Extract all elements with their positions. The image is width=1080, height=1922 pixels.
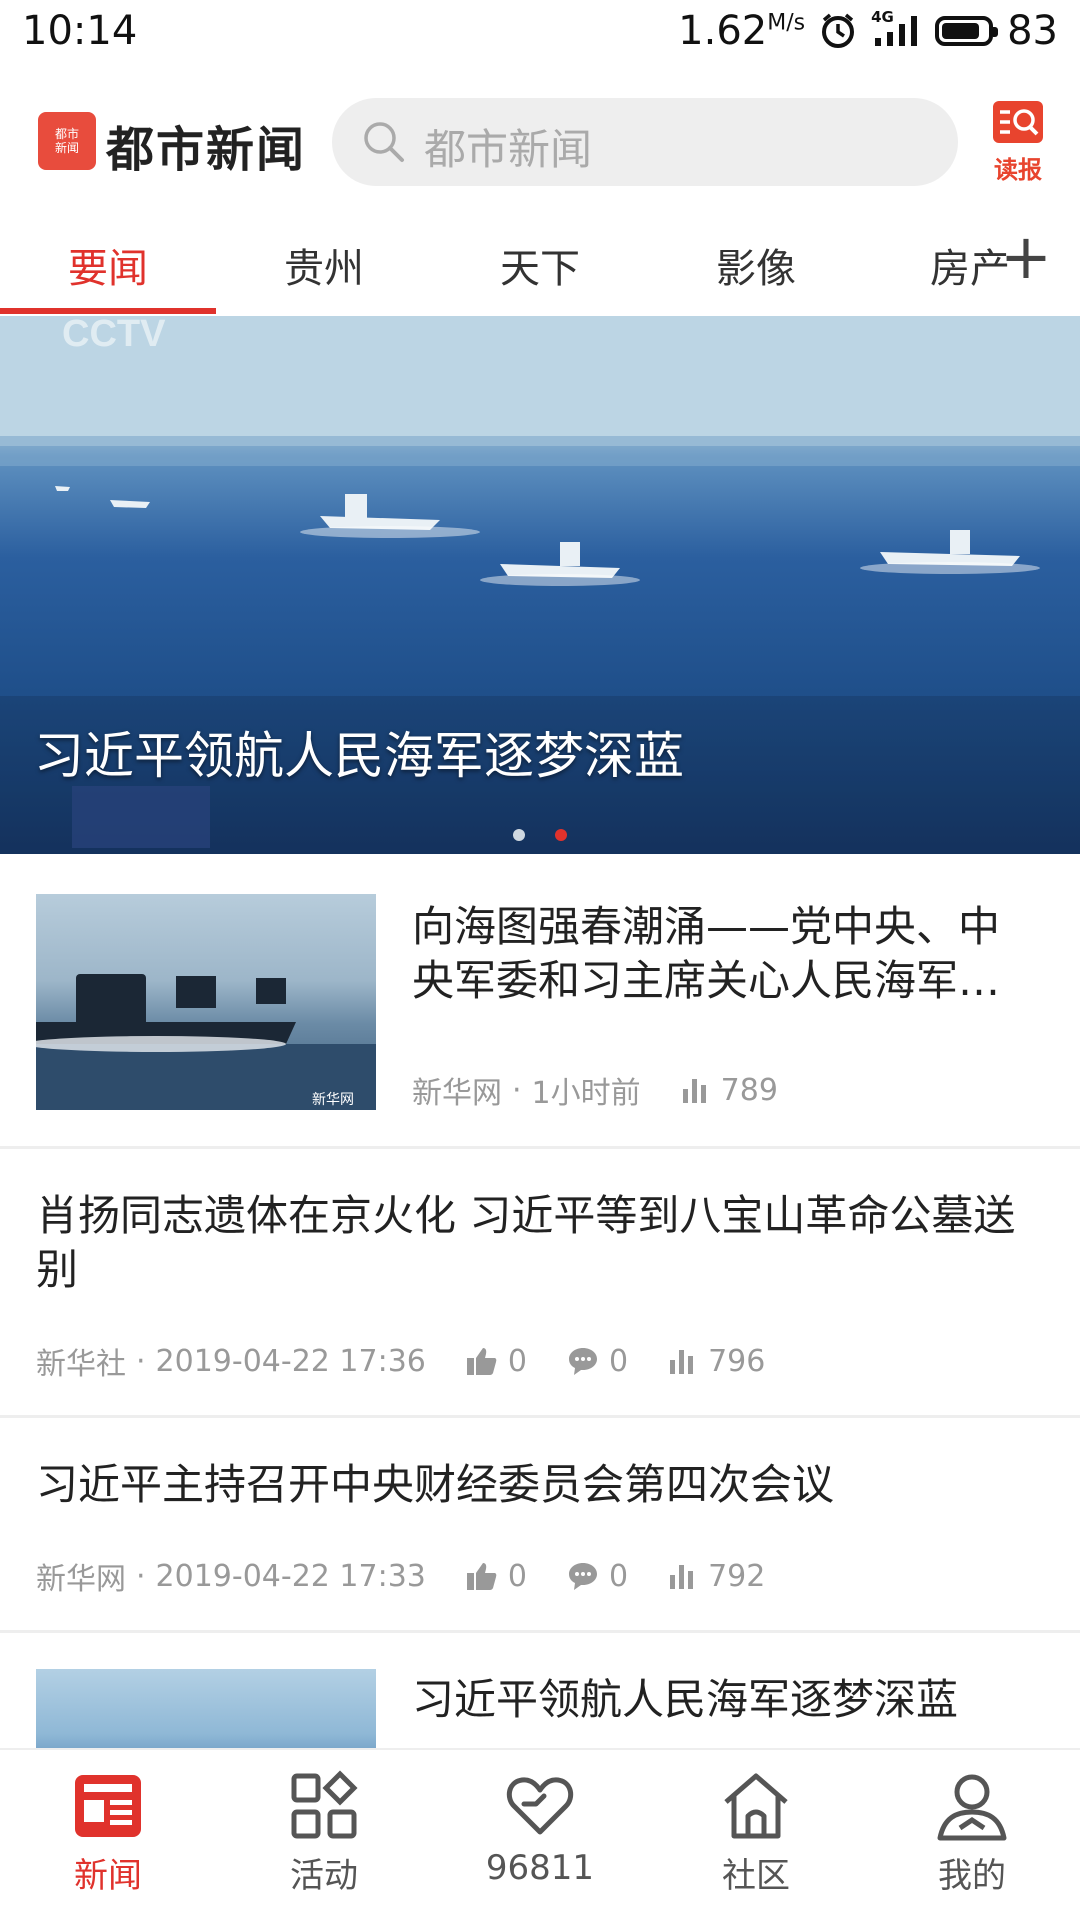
add-channel-icon[interactable]: + xyxy=(1000,226,1052,288)
news-title: 肖扬同志遗体在京火化 习近平等到八宝山革命公墓送别 xyxy=(36,1191,1016,1294)
tab-fangchan[interactable]: 房产 xyxy=(864,236,1008,294)
nav-96811[interactable]: 96811 xyxy=(432,1770,648,1888)
views-count: 792 xyxy=(708,1558,766,1594)
news-meta: 新华网 · 2019-04-22 17:33 0 0 792 xyxy=(36,1554,765,1598)
nav-label: 活动 xyxy=(290,1856,358,1896)
carousel-dot-2-active xyxy=(555,829,567,841)
comment-icon[interactable] xyxy=(567,1561,599,1591)
active-tab-indicator xyxy=(0,308,216,314)
comment-icon[interactable] xyxy=(567,1346,599,1376)
battery-fill xyxy=(942,23,980,39)
tab-yingxiang[interactable]: 影像 xyxy=(648,236,864,294)
list-item[interactable]: 习近平领航人民海军逐梦深蓝 xyxy=(0,1633,1080,1748)
hero-banner[interactable]: CCTV 习近平领航人民海军逐梦深蓝 xyxy=(0,316,1080,854)
nav-activity[interactable]: 活动 xyxy=(216,1770,432,1897)
hero-caption: 习近平领航人民海军逐梦深蓝 xyxy=(34,727,684,785)
search-input[interactable]: 都市新闻 xyxy=(332,98,958,186)
comments-count: 0 xyxy=(608,1558,629,1594)
signal-icon: 4G xyxy=(871,8,921,48)
alarm-icon xyxy=(822,13,855,48)
hero-watermark: CCTV xyxy=(62,316,166,355)
news-source: 新华社 xyxy=(36,1347,126,1382)
likes-count: 0 xyxy=(507,1343,527,1379)
news-source: 新华网 xyxy=(36,1562,126,1597)
news-thumbnail xyxy=(36,1669,376,1748)
app-logo-icon: 都市新闻 xyxy=(38,112,96,170)
thumb-watermark: 新华网 xyxy=(312,1092,354,1108)
views-count: 789 xyxy=(720,1072,778,1108)
like-icon[interactable] xyxy=(466,1346,498,1376)
speed-unit: M/s xyxy=(767,10,806,36)
heart-icon xyxy=(506,1777,574,1835)
comments-count: 0 xyxy=(608,1343,629,1379)
news-time: 2019-04-22 17:33 xyxy=(155,1558,426,1594)
tab-guizhou[interactable]: 贵州 xyxy=(216,236,432,294)
nav-mine[interactable]: 我的 xyxy=(864,1770,1080,1897)
views-icon xyxy=(670,1350,694,1374)
views-icon xyxy=(670,1565,694,1589)
status-time: 10:14 xyxy=(22,8,138,54)
news-title: 向海图强春潮涌——党中央、中央军委和习主席关心人民海军… xyxy=(412,902,1001,1005)
news-title: 习近平主持召开中央财经委员会第四次会议 xyxy=(36,1460,835,1509)
carousel-dot-1 xyxy=(513,829,525,841)
battery-icon xyxy=(935,16,999,46)
category-tabs: 要闻 贵州 天下 影像 房产 xyxy=(0,216,1080,316)
logo-small-text: 都市新闻 xyxy=(54,127,79,155)
network-speed: 1.62M/s xyxy=(678,8,805,54)
read-newspaper-label: 读报 xyxy=(994,156,1042,184)
nav-news[interactable]: 新闻 xyxy=(0,1770,216,1897)
bottom-nav: 新闻 活动 96811 社区 我的 xyxy=(0,1748,1080,1922)
list-item[interactable]: 肖扬同志遗体在京火化 习近平等到八宝山革命公墓送别 新华社 · 2019-04-… xyxy=(0,1149,1080,1415)
nav-label: 我的 xyxy=(938,1856,1006,1896)
tab-yaowen[interactable]: 要闻 xyxy=(0,236,216,294)
list-item[interactable]: 新华网 向海图强春潮涌——党中央、中央军委和习主席关心人民海军… 新华网 · 1… xyxy=(0,860,1080,1146)
news-source: 新华网 xyxy=(412,1076,502,1111)
nav-label: 96811 xyxy=(485,1848,595,1888)
nav-community[interactable]: 社区 xyxy=(648,1770,864,1897)
like-icon[interactable] xyxy=(466,1561,498,1591)
search-icon xyxy=(364,122,404,162)
news-thumbnail: 新华网 xyxy=(36,894,376,1110)
likes-count: 0 xyxy=(507,1558,527,1594)
nav-label: 社区 xyxy=(722,1856,790,1896)
grid-icon xyxy=(291,1770,358,1839)
search-placeholder: 都市新闻 xyxy=(424,125,593,174)
read-newspaper-button[interactable]: 读报 xyxy=(988,100,1048,185)
speed-value: 1.62 xyxy=(678,8,768,54)
news-meta: 新华网 · 1小时前 789 xyxy=(412,1068,778,1112)
list-item[interactable]: 习近平主持召开中央财经委员会第四次会议 新华网 · 2019-04-22 17:… xyxy=(0,1418,1080,1630)
tab-tianxia[interactable]: 天下 xyxy=(432,236,648,294)
news-time: 2019-04-22 17:36 xyxy=(155,1343,426,1379)
newspaper-search-icon xyxy=(993,101,1043,143)
nav-label: 新闻 xyxy=(74,1856,142,1896)
news-time: 1小时前 xyxy=(531,1076,641,1111)
news-meta: 新华社 · 2019-04-22 17:36 0 0 796 xyxy=(36,1339,765,1383)
battery-level: 83 xyxy=(1007,8,1058,54)
news-title: 习近平领航人民海军逐梦深蓝 xyxy=(412,1675,959,1724)
views-count: 796 xyxy=(708,1343,766,1379)
status-bar: 10:14 1.62M/s 4G 83 xyxy=(0,0,1080,66)
newspaper-icon xyxy=(75,1775,141,1837)
app-name: 都市新闻 xyxy=(106,122,307,178)
user-icon xyxy=(937,1774,1007,1841)
home-icon xyxy=(724,1773,788,1839)
submarine-image: 新华网 xyxy=(36,974,376,1110)
views-icon xyxy=(682,1079,706,1103)
status-right: 1.62M/s 4G 83 xyxy=(678,8,1058,54)
